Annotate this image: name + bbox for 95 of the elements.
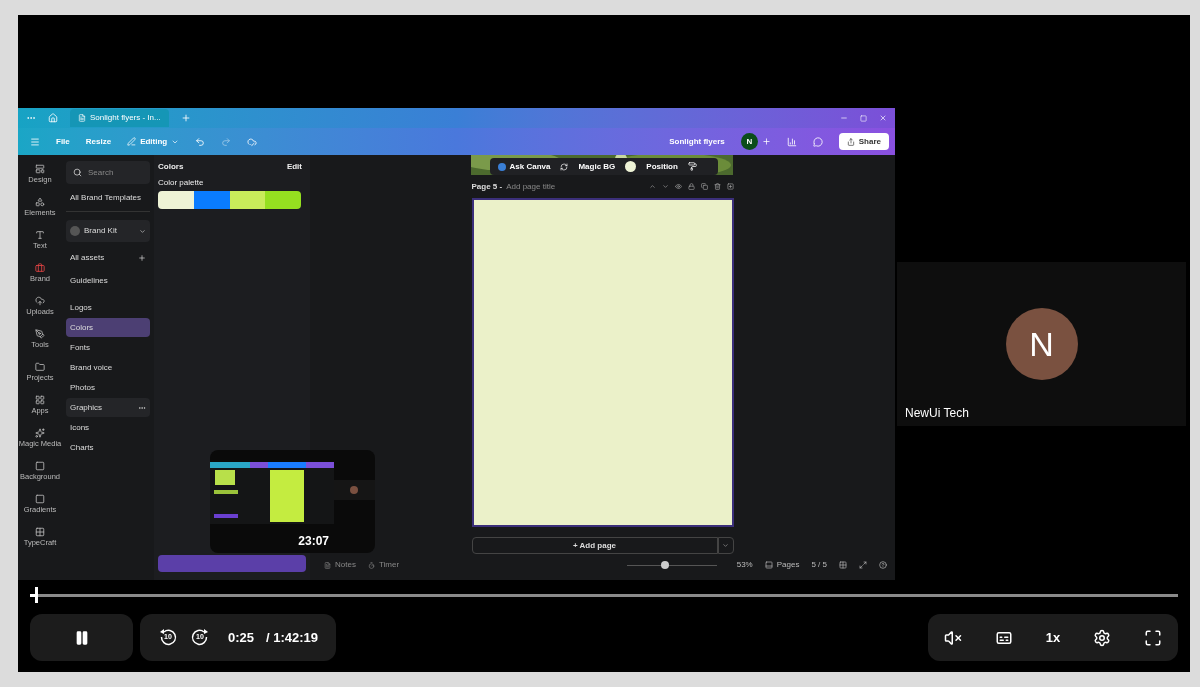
color-swatch[interactable] [193, 191, 230, 209]
chevron-icon [722, 542, 729, 549]
color-swatch[interactable] [158, 191, 194, 209]
notes-button[interactable]: Notes [324, 559, 356, 571]
duration: / 1:42:19 [266, 628, 319, 647]
add-page-icon[interactable] [726, 183, 734, 190]
panel-title: Colors [158, 161, 184, 173]
pencil-icon [127, 137, 137, 146]
add-icon[interactable] [761, 137, 771, 146]
down-icon[interactable] [661, 183, 669, 190]
gradient-icon [35, 494, 45, 505]
share-button[interactable]: Share [838, 133, 889, 150]
preview-time: 23:07 [298, 533, 329, 550]
canva-logo-icon [497, 162, 506, 171]
edit-link[interactable]: Edit [286, 161, 306, 173]
chart-icon[interactable] [786, 136, 797, 147]
brand-logo-icon [70, 226, 80, 236]
refresh-icon[interactable] [560, 162, 569, 171]
settings-icon [1092, 628, 1111, 647]
muted-icon [944, 628, 963, 647]
expand-icon[interactable] [859, 561, 867, 569]
nav-item[interactable]: Logos [66, 298, 150, 317]
section-title: All assets [70, 252, 105, 264]
zoom-slider[interactable] [626, 560, 717, 570]
timer-icon [367, 561, 375, 569]
fullscreen-button[interactable] [1143, 628, 1162, 647]
pause-button[interactable] [30, 614, 133, 661]
up-icon[interactable] [648, 183, 656, 190]
square-icon [35, 461, 45, 472]
nav-item[interactable]: Fonts [66, 338, 150, 357]
search-field[interactable]: Search [66, 161, 150, 184]
color-swatch[interactable] [265, 191, 301, 209]
design-page[interactable] [471, 198, 734, 527]
slider-thumb[interactable] [661, 561, 670, 569]
timer-button[interactable]: Timer [367, 559, 400, 571]
pen-icon [35, 329, 45, 340]
apps-icon [35, 395, 45, 406]
zoom-reading: 53% [736, 559, 753, 571]
shapes-icon [35, 197, 45, 208]
lock-icon[interactable] [687, 183, 695, 190]
copy-icon[interactable] [700, 183, 708, 190]
progress-bar[interactable] [30, 587, 1178, 603]
brand-kit-dropdown[interactable]: Brand Kit [66, 220, 150, 242]
help-icon[interactable] [879, 561, 887, 569]
fullscreen-icon [1143, 628, 1162, 647]
page-count: 5 / 5 [811, 559, 827, 571]
close-icon[interactable] [879, 114, 887, 122]
position-button[interactable]: Position [646, 160, 678, 173]
add-icon[interactable] [138, 254, 146, 262]
participant-avatar: N [1005, 308, 1078, 380]
new-tab-icon[interactable] [180, 113, 191, 123]
text-icon [35, 230, 45, 241]
nav-item[interactable]: Colors [66, 318, 150, 337]
speed-button[interactable]: 1x [1045, 627, 1061, 648]
layout-icon [35, 164, 45, 175]
trash-icon[interactable] [713, 183, 721, 190]
paint-roller-icon[interactable] [687, 162, 697, 171]
user-avatar[interactable]: N [740, 133, 758, 150]
design-name: Sonlight flyers [669, 135, 725, 148]
home-icon[interactable] [48, 113, 58, 123]
page-title-field[interactable]: Add page title [506, 180, 577, 193]
page-label: Page 5 - [471, 180, 503, 193]
grid-icon [35, 527, 45, 538]
progress-thumb[interactable] [34, 587, 38, 603]
grid-icon[interactable] [839, 561, 847, 569]
sparkles-icon [35, 428, 45, 439]
current-time: 0:25 [228, 628, 255, 647]
upload-icon [35, 296, 45, 307]
folder-icon [35, 362, 45, 373]
palette-label: Color palette [158, 177, 205, 189]
mute-button[interactable] [944, 628, 963, 647]
page-icon [78, 114, 86, 122]
magic-bg-button[interactable]: Magic BG [578, 160, 616, 173]
nav-item[interactable]: Graphics [66, 398, 150, 417]
briefcase-icon [35, 263, 45, 274]
comment-icon[interactable] [812, 136, 823, 147]
add-page-button[interactable]: + Add page [471, 537, 718, 554]
nav-item[interactable]: Brand voice [66, 358, 150, 377]
nav-item[interactable]: Icons [66, 418, 150, 437]
notes-icon [324, 561, 331, 569]
pages-button[interactable]: Pages [764, 559, 800, 571]
pages-icon [764, 561, 773, 569]
templates-link[interactable]: All Brand Templates [66, 184, 150, 212]
participant-name: NewUi Tech [905, 405, 969, 422]
undo-icon[interactable] [195, 136, 206, 147]
color-swatch[interactable] [229, 191, 266, 209]
maximize-icon[interactable] [860, 114, 867, 122]
nav-item[interactable]: Photos [66, 378, 150, 397]
nav-item[interactable]: Charts [66, 438, 150, 457]
settings-button[interactable] [1092, 628, 1111, 647]
nav-item[interactable]: Guidelines [66, 271, 150, 290]
eye-icon[interactable] [674, 183, 682, 190]
cloud-icon[interactable] [247, 136, 258, 147]
share-icon [846, 137, 855, 146]
chevron-icon [139, 227, 146, 235]
